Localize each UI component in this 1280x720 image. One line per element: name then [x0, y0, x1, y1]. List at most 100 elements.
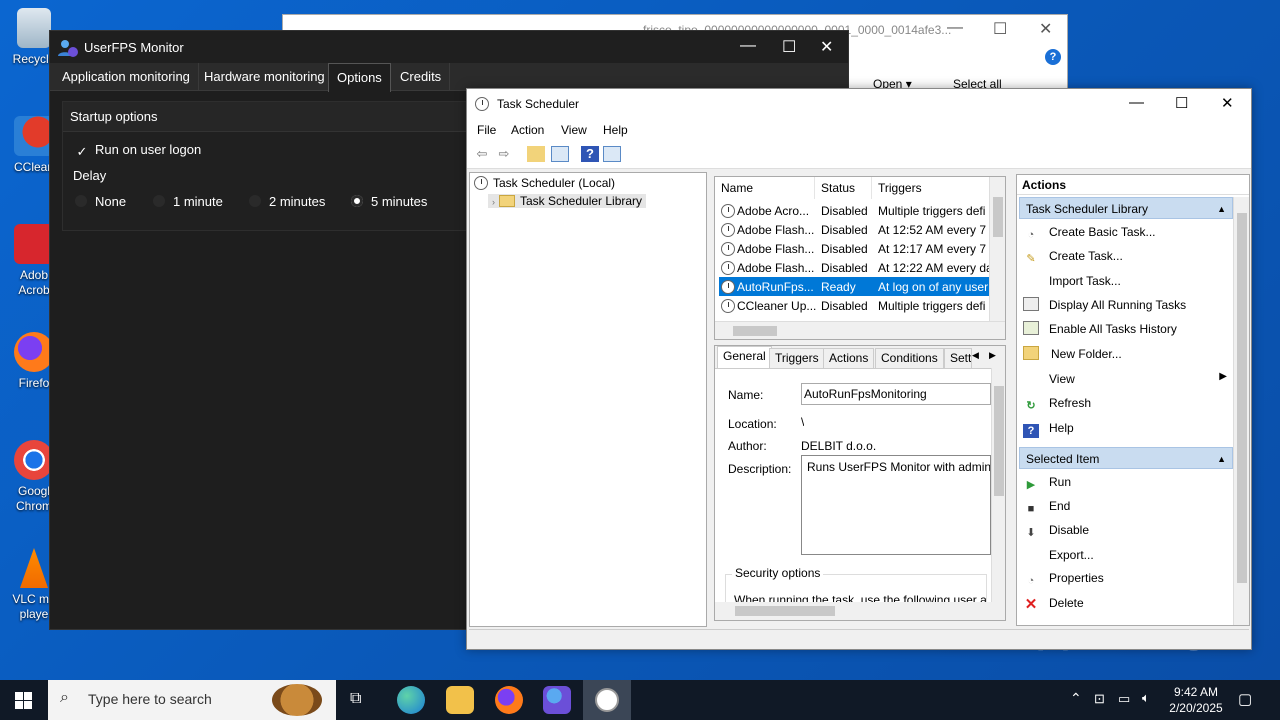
detail-hscroll[interactable] — [715, 602, 991, 620]
delay-radio-5-minutes[interactable]: 5 minutes — [351, 194, 427, 209]
collapse-icon[interactable]: ▲ — [1217, 198, 1226, 220]
tab-scroll-right-icon[interactable]: ▶ — [989, 350, 996, 361]
actions-vscroll[interactable] — [1233, 197, 1249, 625]
close-icon[interactable]: ✕ — [1221, 94, 1234, 112]
tab-settings[interactable]: Setti — [944, 348, 972, 368]
scroll-thumb[interactable] — [994, 386, 1004, 496]
tab-conditions[interactable]: Conditions — [875, 348, 944, 368]
tab-general[interactable]: General — [717, 346, 772, 369]
tab-credits[interactable]: Credits — [392, 63, 451, 91]
search-input[interactable]: Type here to search — [88, 691, 212, 707]
scroll-thumb[interactable] — [993, 197, 1003, 237]
properties-action[interactable]: ◔ Properties — [1023, 571, 1104, 588]
scroll-thumb[interactable] — [1237, 213, 1247, 583]
export-action[interactable]: Export... — [1023, 547, 1094, 562]
show-action-pane-icon[interactable] — [603, 146, 621, 162]
selected-item-section-header[interactable]: Selected Item ▲ — [1019, 447, 1233, 469]
run-on-logon-checkbox[interactable]: ✓ Run on user logon — [75, 142, 202, 159]
delay-radio-2-minutes[interactable]: 2 minutes — [249, 194, 325, 209]
task-name-field[interactable]: AutoRunFpsMonitoring — [801, 383, 991, 405]
import-task-action[interactable]: Import Task... — [1023, 273, 1121, 288]
help-icon[interactable]: ? — [581, 146, 599, 162]
close-icon[interactable]: ✕ — [820, 37, 833, 57]
column-status[interactable]: Status — [815, 177, 872, 199]
new-folder-action[interactable]: New Folder... — [1023, 346, 1122, 361]
file-explorer-icon[interactable] — [446, 686, 474, 714]
task-list-hscroll[interactable] — [715, 321, 1005, 339]
show-hide-console-icon[interactable] — [551, 146, 569, 162]
library-section-header[interactable]: Task Scheduler Library ▲ — [1019, 197, 1233, 219]
tab-triggers[interactable]: Triggers — [769, 348, 825, 368]
scroll-thumb[interactable] — [735, 606, 835, 616]
forward-icon[interactable]: ⇨ — [495, 146, 513, 162]
help-action[interactable]: ? Help — [1023, 421, 1074, 438]
firefox-icon[interactable] — [495, 686, 523, 714]
detail-vscroll[interactable] — [991, 368, 1005, 602]
chevron-right-icon[interactable]: › — [492, 197, 495, 207]
tab-application-monitoring[interactable]: Application monitoring — [54, 63, 199, 91]
task-list-vscroll[interactable] — [989, 177, 1005, 321]
enable-tasks-history-action[interactable]: Enable All Tasks History — [1023, 321, 1177, 336]
delay-radio-1-minute[interactable]: 1 minute — [153, 194, 223, 209]
folder-up-icon[interactable] — [527, 146, 545, 162]
task-view-icon[interactable]: ⧉ — [350, 690, 361, 708]
display-running-tasks-action[interactable]: Display All Running Tasks — [1023, 297, 1186, 312]
table-row-selected[interactable]: AutoRunFps... Ready At log on of any user — [719, 277, 989, 296]
scroll-thumb[interactable] — [733, 326, 777, 336]
close-icon[interactable]: ✕ — [1039, 19, 1052, 39]
tab-actions[interactable]: Actions — [823, 348, 875, 368]
menu-view[interactable]: View — [561, 123, 587, 137]
chevron-up-icon[interactable]: ⌃ — [1070, 690, 1082, 707]
tree-item-library[interactable]: › Task Scheduler Library — [488, 194, 647, 208]
monitor-icon[interactable]: ▭ — [1118, 691, 1130, 707]
table-row[interactable]: Adobe Acro... Disabled Multiple triggers d… — [719, 201, 989, 220]
network-icon[interactable]: ⊡ — [1094, 691, 1105, 707]
volume-icon[interactable]: 🔈︎ — [1142, 690, 1150, 706]
end-action[interactable]: ■ End — [1023, 499, 1071, 516]
minimize-icon[interactable]: — — [947, 19, 963, 37]
maximize-icon[interactable]: ☐ — [1175, 94, 1188, 112]
userfps-taskbar-icon[interactable] — [543, 686, 571, 714]
table-row[interactable]: Adobe Flash... Disabled At 12:52 AM every … — [719, 220, 996, 239]
tree-item-local[interactable]: Task Scheduler (Local) — [474, 176, 615, 190]
clock-area[interactable]: 9:42 AM 2/20/2025 — [1166, 684, 1226, 716]
tab-hardware-monitoring[interactable]: Hardware monitoring — [196, 63, 334, 91]
run-icon: ▶ — [1026, 479, 1036, 491]
location-label: Location: — [728, 417, 777, 431]
delay-radio-none[interactable]: None — [75, 194, 126, 209]
menu-action[interactable]: Action — [511, 123, 544, 137]
help-icon[interactable]: ? — [1045, 49, 1061, 65]
menu-help[interactable]: Help — [603, 123, 628, 137]
minimize-icon[interactable]: — — [740, 37, 756, 55]
column-triggers[interactable]: Triggers — [872, 177, 992, 199]
task-description-field[interactable]: Runs UserFPS Monitor with admin — [801, 455, 991, 555]
windows-start-icon[interactable] — [15, 692, 32, 709]
clock-icon — [721, 261, 735, 275]
create-basic-task-action[interactable]: ◔ Create Basic Task... — [1023, 225, 1156, 242]
notification-icon[interactable]: ▢ — [1238, 690, 1252, 708]
disable-action[interactable]: ⬇ Disable — [1023, 523, 1089, 540]
task-scheduler-window[interactable]: Task Scheduler — ☐ ✕ File Action View He… — [466, 88, 1252, 650]
userfps-titlebar[interactable]: UserFPS Monitor — ☐ ✕ — [50, 31, 848, 63]
ts-titlebar[interactable]: Task Scheduler — ☐ ✕ — [467, 89, 1251, 119]
create-task-action[interactable]: ✎ Create Task... — [1023, 249, 1122, 266]
run-action[interactable]: ▶ Run — [1023, 475, 1071, 492]
back-icon[interactable]: ⇦ — [473, 146, 491, 162]
table-row[interactable]: CCleaner Up... Disabled Multiple triggers … — [719, 296, 989, 315]
tab-scroll-left-icon[interactable]: ◀ — [972, 350, 979, 361]
maximize-icon[interactable]: ☐ — [993, 19, 1007, 39]
minimize-icon[interactable]: — — [1129, 94, 1144, 111]
refresh-action[interactable]: ↻ Refresh — [1023, 396, 1091, 413]
tab-options[interactable]: Options — [328, 63, 391, 92]
view-action[interactable]: View ▶ — [1023, 371, 1227, 386]
taskbar-search[interactable]: ⌕ Type here to search — [48, 680, 336, 720]
task-scheduler-taskbar-active[interactable] — [583, 680, 631, 720]
collapse-icon[interactable]: ▲ — [1217, 448, 1226, 470]
maximize-icon[interactable]: ☐ — [782, 37, 796, 57]
column-name[interactable]: Name — [715, 177, 815, 199]
table-row[interactable]: Adobe Flash... Disabled At 12:17 AM every … — [719, 239, 996, 258]
edge-icon[interactable] — [397, 686, 425, 714]
menu-file[interactable]: File — [477, 123, 496, 137]
table-row[interactable]: Adobe Flash... Disabled At 12:22 AM every … — [719, 258, 993, 277]
delete-action[interactable]: ✕ Delete — [1023, 596, 1084, 612]
